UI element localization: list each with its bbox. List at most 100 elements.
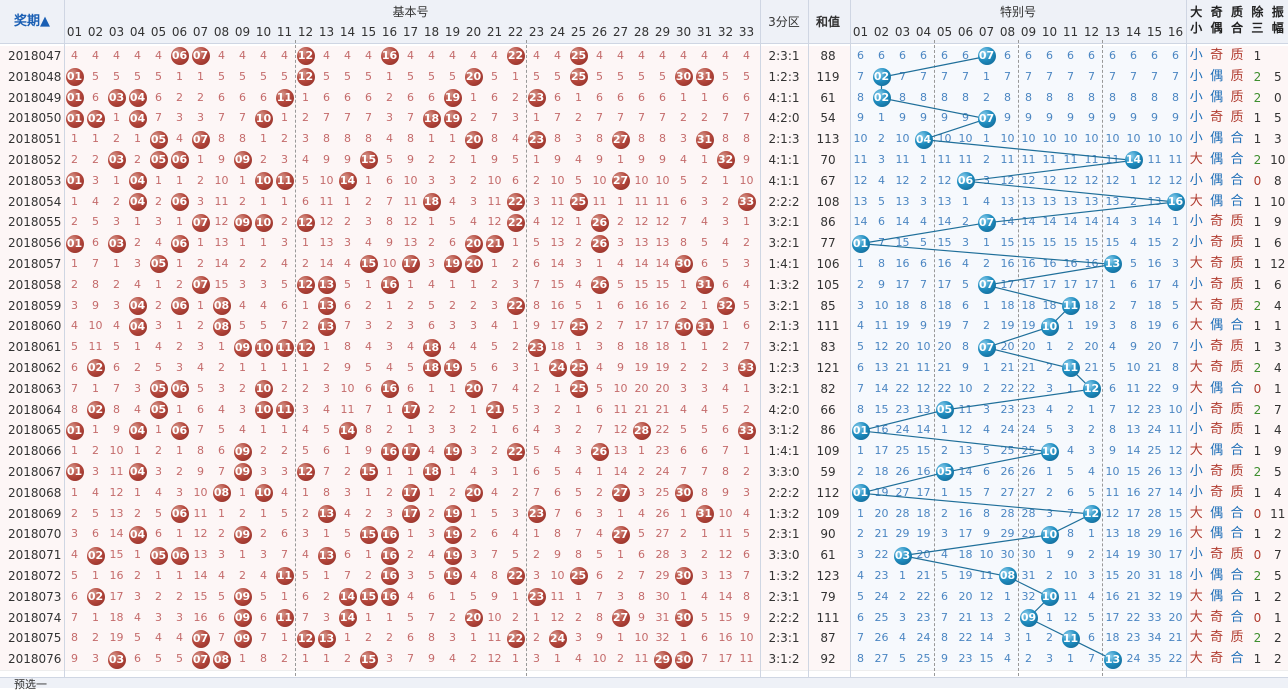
size-attr: 小	[1189, 422, 1203, 438]
prime-attr: 质	[1230, 339, 1244, 355]
basic-miss-count: 4	[365, 236, 372, 250]
basic-miss-count: 4	[512, 381, 519, 395]
basic-miss-count: 4	[302, 423, 309, 437]
basic-miss-count: 1	[470, 277, 477, 291]
special-miss-count: 11	[1042, 153, 1057, 166]
sum-value: 121	[816, 361, 840, 375]
special-miss-count: 3	[1004, 631, 1011, 645]
basic-miss-count: 3	[113, 298, 120, 312]
sum-value: 119	[816, 69, 840, 84]
basic-miss-count: 3	[617, 589, 624, 603]
basic-miss-count: 5	[575, 485, 582, 499]
basic-miss-count: 13	[718, 569, 733, 582]
basic-drawn-ball: 12	[296, 213, 315, 232]
basic-miss-count: 22	[655, 423, 670, 437]
basic-miss-count: 4	[470, 569, 477, 582]
attr-col-header: 除三	[1251, 5, 1264, 35]
special-miss-count: 10	[874, 298, 889, 312]
basic-miss-count: 5	[92, 506, 99, 520]
basic-col-header: 03	[108, 25, 125, 39]
basic-miss-count: 19	[109, 631, 124, 645]
basic-miss-count: 6	[638, 90, 645, 104]
basic-miss-count: 3	[512, 361, 519, 374]
basic-col-header: 26	[591, 25, 608, 39]
zone3-ratio: 2:1:3	[768, 132, 800, 147]
basic-miss-count: 4	[155, 631, 162, 645]
basic-miss-count: 7	[722, 111, 729, 125]
basic-miss-count: 21	[634, 402, 649, 416]
special-miss-count: 18	[1105, 631, 1120, 645]
basic-miss-count: 4	[428, 444, 435, 458]
basic-drawn-ball: 04	[128, 421, 147, 440]
prime-attr: 质	[1230, 48, 1244, 63]
parity-attr: 偶	[1210, 131, 1224, 147]
special-miss-count: 14	[958, 465, 973, 478]
special-miss-count: 23	[895, 402, 910, 416]
basic-miss-count: 4	[449, 652, 456, 666]
basic-miss-count: 5	[638, 527, 645, 541]
special-miss-count: 17	[1147, 277, 1162, 291]
special-miss-count: 4	[1088, 465, 1095, 478]
basic-miss-count: 2	[743, 465, 750, 478]
special-miss-count: 7	[920, 277, 927, 291]
basic-miss-count: 12	[718, 548, 733, 562]
basic-miss-count: 3	[197, 111, 204, 125]
basic-miss-count: 2	[701, 548, 708, 562]
basic-miss-count: 1	[533, 153, 540, 166]
mod3-attr: 1	[1253, 527, 1262, 542]
basic-drawn-ball: 07	[191, 47, 210, 66]
basic-miss-count: 5	[638, 69, 645, 83]
special-miss-count: 15	[1105, 569, 1120, 582]
basic-miss-count: 5	[470, 589, 477, 603]
basic-miss-count: 1	[344, 631, 351, 645]
basic-miss-count: 11	[739, 652, 754, 666]
special-drawn-ball: 14	[1124, 151, 1143, 170]
special-miss-count: 11	[937, 153, 952, 166]
basic-miss-count: 16	[550, 298, 565, 312]
parity-attr: 偶	[1210, 568, 1224, 583]
zone3-ratio: 2:2:2	[768, 610, 800, 625]
basic-miss-count: 15	[214, 277, 229, 291]
mod3-attr: 1	[1253, 319, 1262, 334]
basic-miss-count: 1	[176, 319, 183, 333]
basic-drawn-ball: 11	[275, 567, 294, 586]
basic-miss-count: 1	[134, 444, 141, 458]
basic-drawn-ball: 01	[65, 463, 84, 482]
basic-miss-count: 2	[365, 569, 372, 582]
basic-miss-count: 1	[71, 257, 78, 270]
special-col-header: 05	[936, 25, 953, 39]
special-miss-count: 5	[1109, 361, 1116, 374]
basic-col-header: 28	[633, 25, 650, 39]
basic-drawn-ball: 16	[380, 276, 399, 295]
special-miss-count: 14	[1084, 215, 1099, 229]
basic-miss-count: 9	[617, 361, 624, 374]
special-miss-count: 7	[1004, 69, 1011, 83]
basic-miss-count: 2	[743, 402, 750, 416]
basic-miss-count: 2	[617, 569, 624, 582]
basic-miss-count: 9	[638, 610, 645, 624]
zone3-ratio: 1:3:2	[768, 506, 800, 521]
basic-miss-count: 7	[617, 111, 624, 125]
basic-drawn-ball: 27	[611, 172, 630, 191]
basic-drawn-ball: 05	[149, 255, 168, 274]
basic-miss-count: 7	[407, 111, 414, 125]
basic-miss-count: 11	[319, 194, 334, 208]
special-miss-count: 16	[1021, 257, 1036, 270]
special-miss-count: 10	[916, 340, 931, 354]
parity-attr: 奇	[1210, 276, 1224, 292]
basic-miss-count: 1	[512, 465, 519, 478]
special-miss-count: 10	[1126, 132, 1141, 146]
basic-miss-count: 18	[109, 610, 124, 624]
sum-value: 87	[820, 631, 836, 646]
basic-miss-count: 17	[634, 319, 649, 333]
basic-miss-count: 3	[533, 652, 540, 666]
special-miss-count: 15	[979, 652, 994, 666]
amplitude-attr: 9	[1273, 215, 1282, 230]
special-miss-count: 31	[1021, 569, 1036, 582]
period-sort-header[interactable]: 奖期▲	[0, 0, 64, 44]
basic-miss-count: 1	[239, 485, 246, 499]
special-miss-count: 10	[1063, 132, 1078, 146]
parity-attr: 偶	[1210, 526, 1224, 542]
mod3-attr: 0	[1253, 548, 1262, 563]
special-miss-count: 8	[920, 90, 927, 104]
